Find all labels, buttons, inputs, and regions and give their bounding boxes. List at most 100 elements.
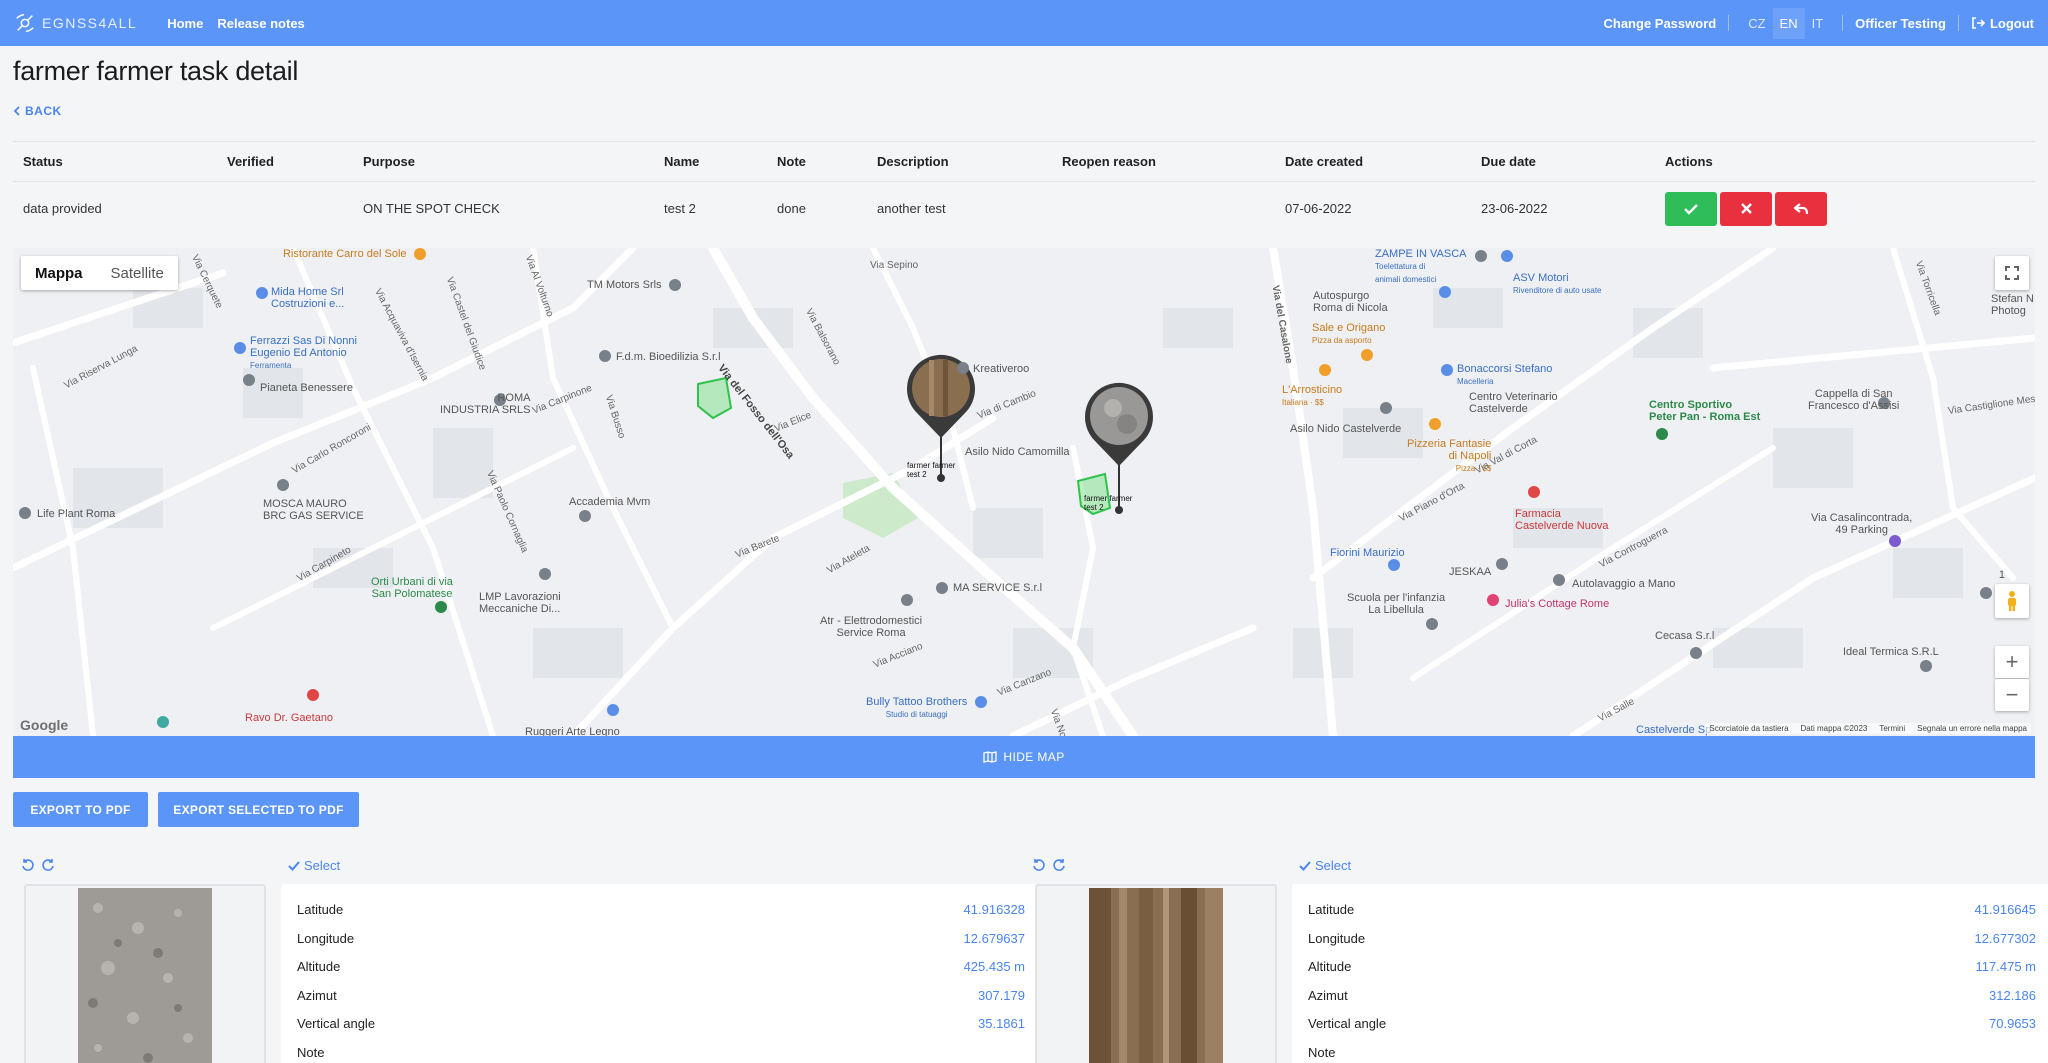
col-note: Note — [767, 141, 867, 182]
poi-label: L'Arrosticino Italiana · $$ — [1282, 384, 1343, 407]
back-label: BACK — [25, 104, 62, 118]
rotate-left-icon[interactable] — [1032, 858, 1046, 872]
return-button[interactable] — [1775, 191, 1827, 226]
map-type-mappa[interactable]: Mappa — [21, 256, 97, 290]
col-reopen-reason: Reopen reason — [1052, 141, 1275, 182]
zoom-out-button[interactable]: − — [1995, 679, 2029, 711]
info-row: Longitude 12.677302 — [1308, 931, 2036, 946]
col-actions: Actions — [1655, 141, 2035, 182]
poi-label: Bully Tattoo Brothers Studio di tatuaggi — [866, 696, 968, 719]
cell-reopen-reason — [1052, 182, 1275, 236]
map-type-toggle: Mappa Satellite — [21, 256, 178, 290]
col-name: Name — [654, 141, 767, 182]
poi-label: Cappella di San Francesco d'Assisi — [1808, 388, 1900, 412]
photo-thumbnail-1[interactable] — [24, 884, 266, 1063]
poi-label: Accademia Mvm — [569, 496, 651, 508]
pegman-count: 1 — [1998, 569, 2005, 581]
check-icon — [1299, 860, 1311, 871]
check-icon — [1684, 203, 1698, 215]
poi-label: Sale e Origano Pizza da asporto — [1312, 322, 1386, 345]
poi-label: MOSCA MAURO BRC GAS SERVICE — [263, 498, 364, 522]
fullscreen-icon — [2005, 266, 2019, 280]
change-password-link[interactable]: Change Password — [1604, 16, 1717, 31]
info-row: Note — [297, 1045, 325, 1060]
rotate-left-icon[interactable] — [21, 858, 35, 872]
nav-right: Change Password CZ EN IT Officer Testing… — [1604, 7, 2034, 39]
pegman-icon — [2008, 591, 2016, 611]
terms-link[interactable]: Termini — [1879, 724, 1905, 733]
map-type-satellite[interactable]: Satellite — [97, 256, 178, 290]
logout-button[interactable]: Logout — [1971, 16, 2034, 31]
report-error-link[interactable]: Segnala un errore nella mappa — [1917, 724, 2027, 733]
marker-label-2: farmer farmer test 2 — [1084, 494, 1133, 512]
photo-stone-image — [78, 888, 212, 1063]
lang-cz[interactable]: CZ — [1741, 8, 1772, 39]
cell-purpose: ON THE SPOT CHECK — [363, 201, 500, 217]
info-row: Vertical angle 35.1861 — [297, 1016, 1025, 1031]
fullscreen-button[interactable] — [1995, 256, 2029, 290]
select-label: Select — [304, 858, 341, 873]
poi-label: TM Motors Srls — [587, 279, 662, 291]
hide-map-button[interactable]: HIDE MAP — [13, 736, 2035, 778]
accept-button[interactable] — [1665, 191, 1717, 226]
photo-tools — [1032, 858, 1066, 872]
photo-info-2: Latitude 41.916645 Longitude 12.677302 Alt… — [1292, 884, 2048, 1063]
poi-label: Centro Veterinario Castelverde — [1469, 391, 1558, 415]
decline-button[interactable] — [1720, 191, 1772, 226]
select-photo-2[interactable]: Select — [1299, 858, 1351, 873]
poi-label: Ferrazzi Sas Di Nonni Eugenio Ed Antonio F… — [250, 335, 357, 370]
export-selected-pdf-button[interactable]: EXPORT SELECTED TO PDF — [158, 792, 359, 827]
cell-verified — [217, 182, 353, 236]
poi-label: Fiorini Maurizio — [1330, 547, 1405, 559]
info-row: Note — [1308, 1045, 1336, 1060]
poi-label: Cecasa S.r.l — [1655, 630, 1715, 642]
poi-label: F.d.m. Bioedilizia S.r.l — [616, 351, 721, 363]
poi-label: LMP Lavorazioni Meccaniche Di... — [479, 591, 561, 615]
poi-label: Ristorante Carro del Sole — [283, 248, 407, 260]
col-status: Status — [13, 141, 217, 182]
lang-en[interactable]: EN — [1772, 7, 1805, 39]
reply-icon — [1794, 202, 1808, 214]
brand[interactable]: EGNSS4ALL — [14, 12, 137, 34]
nav-release-notes[interactable]: Release notes — [217, 16, 304, 31]
task-table: Status Verified Purpose Name Note Descri… — [13, 141, 2035, 236]
info-row: Latitude 41.916328 — [297, 902, 1025, 917]
pegman-button[interactable] — [1995, 584, 2029, 618]
select-photo-1[interactable]: Select — [288, 858, 340, 873]
poi-label: Julia's Cottage Rome — [1505, 598, 1610, 610]
poi-label: Farmacia Castelverde Nuova — [1515, 508, 1609, 532]
poi-label: Autospurgo Roma di Nicola — [1313, 290, 1388, 314]
photo-info-1: Latitude 41.916328 Longitude 12.679637 Alt… — [281, 884, 1041, 1063]
chevron-left-icon — [13, 106, 20, 116]
user-name[interactable]: Officer Testing — [1855, 16, 1946, 31]
poi-label: Kreativeroo — [973, 363, 1030, 375]
map-icon — [983, 751, 998, 763]
poi-label: Centro Sportivo Peter Pan - Roma Est — [1649, 399, 1761, 423]
table-header-row: Status Verified Purpose Name Note Descri… — [13, 141, 2035, 182]
poi-label: Atr - Elettrodomestici Service Roma — [820, 615, 923, 639]
top-navbar: EGNSS4ALL Home Release notes Change Pass… — [0, 0, 2048, 46]
poi-label: Pianeta Benessere — [260, 382, 353, 394]
cell-status: data provided — [23, 201, 102, 217]
map-view[interactable]: Mappa Satellite 1 + − farmer farmer test … — [13, 248, 2035, 736]
nav-home[interactable]: Home — [167, 16, 203, 31]
poi-label: Via Casalincontrada, 49 Parking — [1811, 512, 1913, 536]
lang-it[interactable]: IT — [1805, 8, 1831, 39]
info-row: Vertical angle 70.9653 — [1308, 1016, 2036, 1031]
map-data-credit: Dati mappa ©2023 — [1800, 724, 1868, 733]
photo-thumbnail-2[interactable] — [1035, 884, 1277, 1063]
poi-label: ROMA INDUSTRIA SRLS — [440, 392, 531, 416]
rotate-right-icon[interactable] — [41, 858, 55, 872]
keyboard-shortcuts-link[interactable]: Scorciatoie da tastiera — [1709, 724, 1788, 733]
photo-wood-image — [1089, 888, 1223, 1063]
map-roads — [13, 248, 2035, 736]
check-icon — [288, 860, 300, 871]
map-footer: Scorciatoie da tastiera Dati mappa ©2023… — [1705, 723, 2031, 734]
page-title: farmer farmer task detail — [13, 56, 299, 86]
back-link[interactable]: BACK — [13, 104, 62, 118]
poi-label: Bonaccorsi Stefano Macelleria — [1457, 363, 1553, 386]
poi-label: ASV Motori Rivenditore di auto usate — [1513, 272, 1602, 295]
rotate-right-icon[interactable] — [1052, 858, 1066, 872]
export-pdf-button[interactable]: EXPORT TO PDF — [13, 792, 148, 827]
zoom-in-button[interactable]: + — [1995, 646, 2029, 678]
